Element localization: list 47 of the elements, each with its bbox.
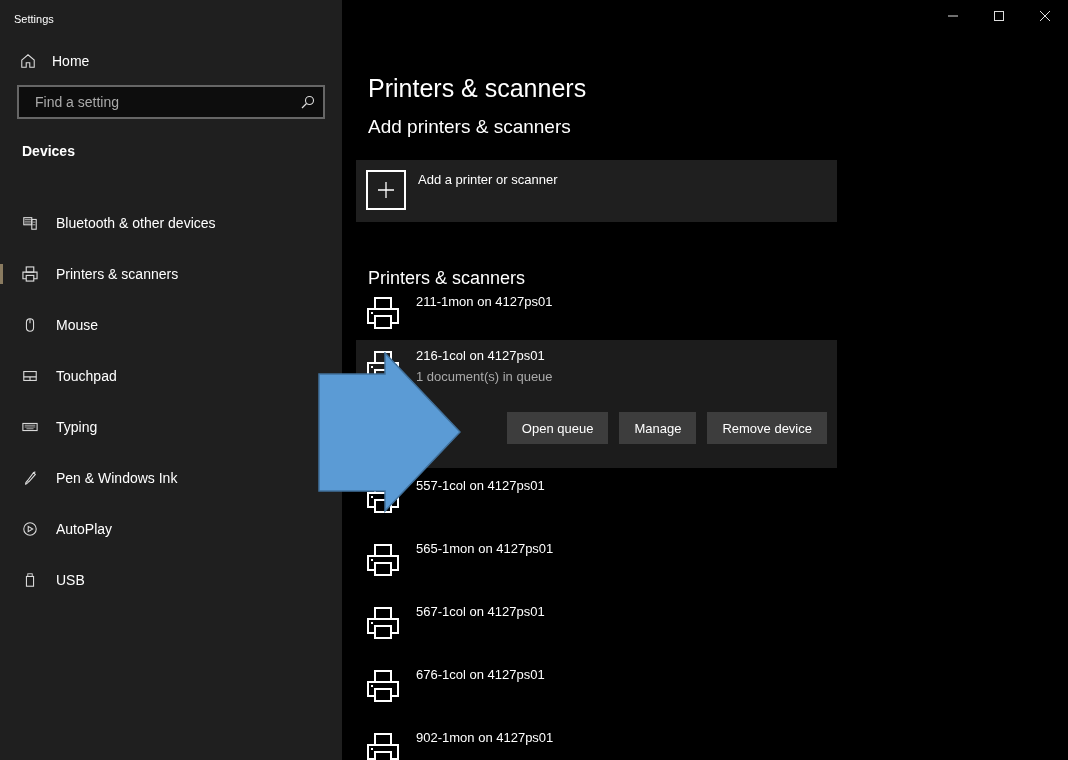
search-icon <box>301 95 315 109</box>
printer-status: 1 document(s) in queue <box>416 369 553 384</box>
nav-item[interactable]: Mouse <box>0 299 99 350</box>
nav-item[interactable]: Touchpad <box>0 350 117 401</box>
printer-item[interactable]: 902-1mon on 4127ps01 <box>356 722 837 760</box>
nav-item[interactable]: AutoPlay <box>0 503 113 554</box>
maximize-icon <box>994 11 1004 21</box>
window-title: Settings <box>13 12 55 27</box>
printer-action-button[interactable]: Manage <box>619 412 697 444</box>
play-circle-icon <box>22 520 38 537</box>
printer-name: 567-1col on 4127ps01 <box>416 604 545 621</box>
printer-action-button[interactable]: Open queue <box>506 412 609 444</box>
printer-item[interactable]: 567-1col on 4127ps01 <box>356 596 837 659</box>
device-icon <box>22 214 38 231</box>
printer-icon <box>366 732 400 760</box>
home-link[interactable]: Home <box>20 53 342 69</box>
printer-name: 565-1mon on 4127ps01 <box>416 541 554 558</box>
section-heading: Add printers & scanners <box>368 115 572 139</box>
nav-item[interactable]: Typing <box>0 401 98 452</box>
printer-item[interactable]: 676-1col on 4127ps01 <box>356 659 837 722</box>
add-printer-button[interactable]: Add a printer or scanner <box>356 160 837 222</box>
printer-name: 216-1col on 4127ps01 <box>416 348 546 363</box>
pen-icon <box>22 469 38 486</box>
close-icon <box>1040 11 1050 21</box>
section-heading: Devices <box>22 143 76 159</box>
printer-name: 676-1col on 4127ps01 <box>416 667 545 684</box>
plus-icon <box>366 170 406 210</box>
printer-icon <box>22 265 38 282</box>
home-icon <box>20 53 36 69</box>
printer-icon <box>366 669 400 703</box>
section-heading: Printers & scanners <box>368 267 527 290</box>
printer-name: 211-1mon on 4127ps01 <box>416 294 553 311</box>
printer-icon <box>366 296 400 330</box>
printer-item[interactable]: 211-1mon on 4127ps01 <box>356 290 837 340</box>
nav-item[interactable]: Bluetooth & other devices <box>0 197 216 248</box>
printer-name: 902-1mon on 4127ps01 <box>416 730 554 747</box>
nav-item[interactable]: USB <box>0 554 85 605</box>
home-label: Home <box>52 53 90 69</box>
search-field[interactable]: Find a setting <box>17 85 325 119</box>
page-title: Printers & scanners <box>368 73 588 104</box>
printer-name: 557-1col on 4127ps01 <box>416 478 545 495</box>
printer-action-button[interactable]: Remove device <box>707 412 827 444</box>
printer-item[interactable]: 565-1mon on 4127ps01 <box>356 533 837 596</box>
printer-icon <box>366 606 400 640</box>
nav-item[interactable]: Printers & scanners <box>0 248 179 299</box>
nav-item[interactable]: Pen & Windows Ink <box>0 452 178 503</box>
printer-icon <box>366 543 400 577</box>
